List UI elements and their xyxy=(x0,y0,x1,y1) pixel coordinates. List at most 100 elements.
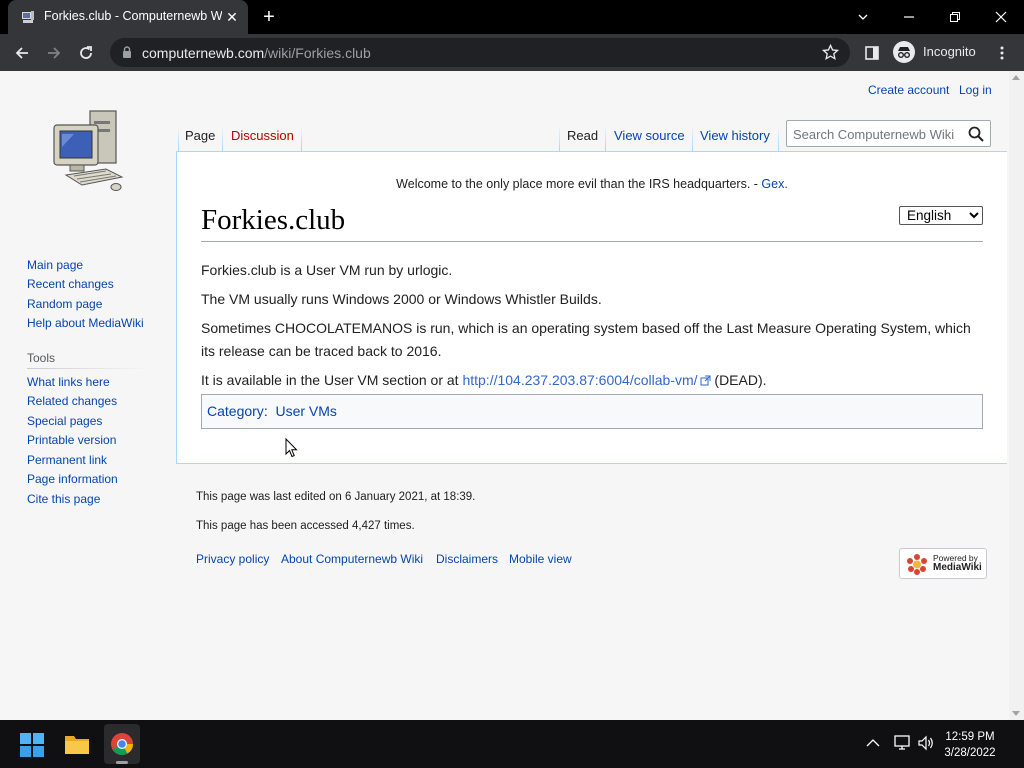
chrome-icon xyxy=(111,733,133,755)
sidebar-item-cite-this-page[interactable]: Cite this page xyxy=(27,492,100,506)
url-text[interactable]: computernewb.com/wiki/Forkies.club xyxy=(142,45,371,61)
sidebar-item-help[interactable]: Help about MediaWiki xyxy=(27,316,144,330)
windows-taskbar: 12:59 PM 3/28/2022 xyxy=(0,720,1024,768)
incognito-icon xyxy=(893,41,915,63)
browser-tab-active[interactable]: Forkies.club - Computernewb Wiki ✕ xyxy=(8,0,248,34)
article-paragraph-1: Forkies.club is a User VM run by urlogic… xyxy=(201,262,453,278)
external-link-icon xyxy=(700,375,711,386)
wiki-search-box xyxy=(786,120,991,147)
footer-mobile-view-link[interactable]: Mobile view xyxy=(509,552,572,566)
log-in-link[interactable]: Log in xyxy=(959,83,992,97)
forward-button[interactable] xyxy=(41,40,67,66)
footer-about-link[interactable]: About Computernewb Wiki xyxy=(281,552,423,566)
chevron-up-icon[interactable] xyxy=(866,738,880,748)
tab-page[interactable]: Page xyxy=(185,121,215,151)
tab-search-button[interactable] xyxy=(840,0,886,34)
category-separator: : xyxy=(263,403,268,419)
taskbar-clock[interactable]: 12:59 PM 3/28/2022 xyxy=(940,729,1000,761)
windows-start-icon[interactable] xyxy=(20,733,44,757)
sidebar-item-page-information[interactable]: Page information xyxy=(27,472,118,486)
reload-icon xyxy=(80,46,92,59)
sidebar-item-printable-version[interactable]: Printable version xyxy=(27,433,116,447)
mouse-cursor-icon xyxy=(285,438,298,458)
chrome-taskbar-button[interactable] xyxy=(104,724,140,764)
powered-by-mediawiki-badge[interactable]: Powered by MediaWiki xyxy=(899,548,987,579)
tab-discussion[interactable]: Discussion xyxy=(231,121,294,151)
sidebar-item-recent-changes[interactable]: Recent changes xyxy=(27,277,114,291)
site-notice: Welcome to the only place more evil than… xyxy=(177,177,1007,191)
side-panel-button[interactable] xyxy=(859,40,885,66)
incognito-indicator[interactable]: Incognito xyxy=(890,39,982,66)
chevron-down-icon xyxy=(858,14,868,20)
url-host: computernewb.com xyxy=(142,45,265,61)
side-panel-icon xyxy=(865,46,879,60)
article-paragraph-2: The VM usually runs Windows 2000 or Wind… xyxy=(201,291,602,307)
category-user-vms-link[interactable]: User VMs xyxy=(275,403,336,419)
page-scrollbar[interactable] xyxy=(1009,71,1024,720)
volume-icon[interactable] xyxy=(917,735,935,751)
tools-divider xyxy=(27,368,149,369)
site-notice-text: Welcome to the only place more evil than… xyxy=(396,177,762,191)
new-tab-button[interactable]: + xyxy=(259,7,279,27)
incognito-label: Incognito xyxy=(923,44,976,59)
mediawiki-flower-icon xyxy=(907,554,927,575)
address-bar[interactable]: computernewb.com/wiki/Forkies.club xyxy=(110,38,850,67)
article-paragraph-3: Sometimes CHOCOLATEMANOS is run, which i… xyxy=(201,320,971,359)
wiki-favicon-icon xyxy=(22,11,34,23)
tab-read[interactable]: Read xyxy=(567,121,598,151)
category-label-link[interactable]: Category xyxy=(207,403,264,419)
footer-disclaimers-link[interactable]: Disclaimers xyxy=(436,552,498,566)
category-links: Category: User VMs xyxy=(201,394,983,429)
sidebar-item-related-changes[interactable]: Related changes xyxy=(27,394,117,408)
tab-view-source[interactable]: View source xyxy=(614,121,685,151)
powered-by-line-2: MediaWiki xyxy=(933,562,982,573)
arrow-left-icon xyxy=(15,47,28,59)
paragraph-4-text-after: (DEAD). xyxy=(710,372,767,388)
close-window-button[interactable] xyxy=(978,0,1024,34)
lock-icon[interactable] xyxy=(120,45,134,59)
wiki-page: Create account Log in Page Discussion Re… xyxy=(0,71,1024,720)
more-vertical-icon xyxy=(1000,46,1004,60)
minimize-button[interactable] xyxy=(886,0,932,34)
footer-last-edited: This page was last edited on 6 January 2… xyxy=(196,491,476,503)
language-select[interactable]: English xyxy=(899,206,983,225)
minimize-icon xyxy=(904,16,914,18)
create-account-link[interactable]: Create account xyxy=(868,83,949,97)
sidebar-item-special-pages[interactable]: Special pages xyxy=(27,414,102,428)
reload-button[interactable] xyxy=(73,40,99,66)
sidebar-item-permanent-link[interactable]: Permanent link xyxy=(27,453,107,467)
arrow-right-icon xyxy=(48,47,61,59)
browser-toolbar: computernewb.com/wiki/Forkies.club Incog… xyxy=(0,34,1024,71)
tools-heading: Tools xyxy=(27,351,56,365)
tab-title: Forkies.club - Computernewb Wiki xyxy=(44,9,222,23)
page-title: Forkies.club xyxy=(201,202,983,242)
bookmark-star-icon[interactable] xyxy=(822,44,839,61)
search-icon[interactable] xyxy=(968,126,984,142)
wiki-logo-computer-icon[interactable] xyxy=(50,107,126,193)
back-button[interactable] xyxy=(9,40,35,66)
tab-view-history[interactable]: View history xyxy=(700,121,770,151)
footer-privacy-policy-link[interactable]: Privacy policy xyxy=(196,552,269,566)
file-explorer-icon[interactable] xyxy=(64,733,90,755)
restore-icon xyxy=(950,12,960,22)
collab-vm-external-link[interactable]: http://104.237.203.87:6004/collab-vm/ xyxy=(462,372,697,388)
site-notice-link[interactable]: Gex. xyxy=(761,177,787,191)
browser-menu-button[interactable] xyxy=(989,40,1015,66)
sidebar-item-main-page[interactable]: Main page xyxy=(27,258,83,272)
scroll-down-arrow-icon[interactable] xyxy=(1012,711,1020,716)
restore-button[interactable] xyxy=(932,0,978,34)
search-input[interactable] xyxy=(793,125,963,143)
sidebar-item-random-page[interactable]: Random page xyxy=(27,297,102,311)
clock-date: 3/28/2022 xyxy=(944,747,996,759)
browser-titlebar: Forkies.club - Computernewb Wiki ✕ + xyxy=(0,0,1024,34)
clock-time: 12:59 PM xyxy=(945,731,995,743)
scroll-up-arrow-icon[interactable] xyxy=(1012,75,1020,80)
powered-by-text: Powered by MediaWiki xyxy=(933,553,982,573)
sidebar-item-what-links-here[interactable]: What links here xyxy=(27,375,110,389)
network-icon[interactable] xyxy=(893,735,911,751)
footer-access-count: This page has been accessed 4,427 times. xyxy=(196,520,415,532)
url-path: /wiki/Forkies.club xyxy=(264,45,371,61)
article-paragraph-4: It is available in the User VM section o… xyxy=(201,369,981,392)
close-tab-icon[interactable]: ✕ xyxy=(224,9,240,25)
paragraph-4-text-before: It is available in the User VM section o… xyxy=(201,372,463,388)
